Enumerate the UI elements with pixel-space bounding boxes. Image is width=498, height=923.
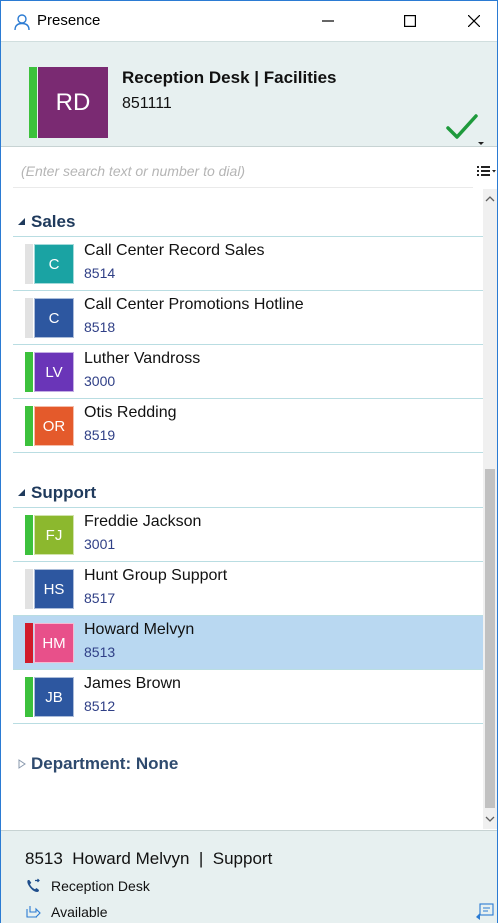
scroll-down-button[interactable] [483, 811, 497, 827]
chevron-down-icon [485, 816, 495, 822]
contact-row[interactable]: HS Hunt Group Support 8517 [13, 562, 483, 616]
expanded-triangle-icon [18, 488, 25, 496]
title-bar: Presence [1, 1, 497, 41]
selected-contact-summary: 8513 Howard Melvyn | Support [25, 849, 272, 869]
chevron-up-icon [485, 196, 495, 202]
contact-avatar: C [34, 244, 74, 284]
contact-extension: 8514 [84, 265, 116, 281]
footer-name: Howard Melvyn [72, 849, 190, 868]
status-strip [25, 569, 33, 609]
call-target-row[interactable]: Reception Desk [25, 878, 150, 894]
contact-avatar: HM [34, 623, 74, 663]
selected-contact-footer: 8513 Howard Melvyn | Support Reception D… [1, 830, 497, 923]
group-name: Department: None [31, 754, 179, 773]
contact-extension: 8513 [84, 644, 116, 660]
my-extension: 851111 [122, 95, 172, 112]
contact-avatar: JB [34, 677, 74, 717]
checkmark-icon[interactable] [444, 112, 484, 148]
footer-department: Support [212, 849, 273, 868]
contact-name: Freddie Jackson [84, 513, 202, 530]
contact-row[interactable]: OR Otis Redding 8519 [13, 399, 483, 453]
contact-name: James Brown [84, 675, 181, 692]
contact-avatar: OR [34, 406, 74, 446]
close-icon [468, 15, 480, 27]
group-header-sales[interactable]: Sales [13, 207, 483, 237]
list-view-icon[interactable] [475, 161, 497, 181]
maximize-icon [404, 15, 416, 27]
footer-extension: 8513 [25, 849, 63, 868]
my-name: Reception Desk | Facilities [122, 68, 337, 87]
collapsed-triangle-icon [18, 759, 26, 769]
maximize-button[interactable] [387, 1, 433, 41]
group-header-support[interactable]: Support [13, 478, 483, 508]
contact-name: Howard Melvyn [84, 621, 195, 638]
contact-avatar: C [34, 298, 74, 338]
presence-label: Available [51, 904, 108, 920]
call-target-label: Reception Desk [51, 878, 150, 894]
group-name: Support [31, 482, 97, 502]
search-box [13, 154, 473, 188]
minimize-button[interactable] [305, 1, 351, 41]
contact-row[interactable]: C Call Center Record Sales 8514 [13, 237, 483, 291]
presence-row[interactable]: Available [25, 904, 108, 920]
contact-row-selected[interactable]: HM Howard Melvyn 8513 [13, 616, 483, 670]
status-strip [25, 352, 33, 392]
search-input[interactable] [13, 154, 473, 187]
chat-window-icon[interactable] [475, 903, 495, 921]
presence-window: Presence RD Reception Desk | Facilities … [0, 0, 498, 923]
contact-avatar: FJ [34, 515, 74, 555]
scroll-up-button[interactable] [483, 191, 497, 207]
person-icon [14, 14, 30, 31]
contact-name: Luther Vandross [84, 350, 201, 367]
my-profile-header: RD Reception Desk | Facilities 851111 [1, 41, 497, 147]
footer-separator: | [198, 849, 204, 868]
vertical-scrollbar[interactable] [483, 189, 497, 829]
expanded-triangle-icon [18, 217, 25, 225]
status-strip [25, 515, 33, 555]
contact-name: Hunt Group Support [84, 567, 228, 584]
contact-name: Call Center Promotions Hotline [84, 296, 304, 313]
minimize-icon [322, 20, 334, 22]
group-header-department-none[interactable]: Department: None [13, 749, 483, 779]
contact-extension: 3000 [84, 373, 116, 389]
contact-row[interactable]: LV Luther Vandross 3000 [13, 345, 483, 399]
contact-row[interactable]: JB James Brown 8512 [13, 670, 483, 724]
scrollbar-thumb[interactable] [485, 469, 495, 808]
contact-extension: 3001 [84, 536, 116, 552]
contact-extension: 8519 [84, 427, 116, 443]
contact-extension: 8512 [84, 698, 116, 714]
contact-avatar: HS [34, 569, 74, 609]
contact-name: Call Center Record Sales [84, 242, 265, 259]
contact-row[interactable]: FJ Freddie Jackson 3001 [13, 508, 483, 562]
phone-forward-icon [27, 878, 40, 892]
contact-list[interactable]: Sales C Call Center Record Sales 8514 C … [13, 189, 483, 829]
close-button[interactable] [451, 1, 497, 41]
status-strip [25, 677, 33, 717]
contact-avatar: LV [34, 352, 74, 392]
status-strip [25, 298, 33, 338]
group-name: Sales [31, 211, 76, 231]
contact-row[interactable]: C Call Center Promotions Hotline 8518 [13, 291, 483, 345]
presence-arrow-icon [26, 906, 41, 918]
contact-extension: 8518 [84, 319, 116, 335]
my-status-strip [29, 67, 37, 138]
my-avatar[interactable]: RD [38, 67, 108, 138]
status-strip [25, 244, 33, 284]
contact-extension: 8517 [84, 590, 116, 606]
window-title: Presence [37, 12, 101, 29]
status-strip [25, 623, 33, 663]
contact-name: Otis Redding [84, 404, 177, 421]
status-strip [25, 406, 33, 446]
